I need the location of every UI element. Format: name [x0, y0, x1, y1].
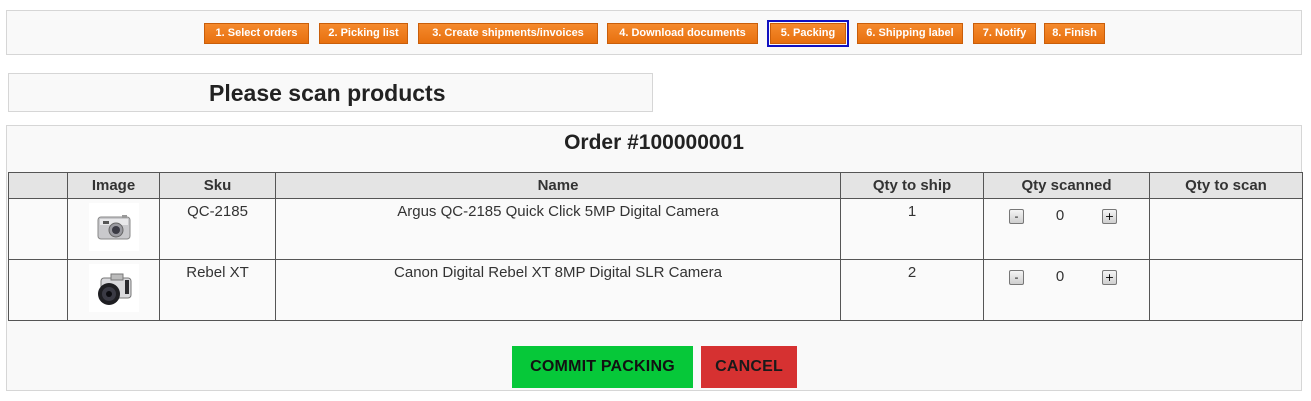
scan-prompt: Please scan products — [8, 73, 653, 112]
col-header-image: Image — [67, 172, 160, 199]
table-row: Rebel XT Canon Digital Rebel XT 8MP Digi… — [8, 259, 1303, 321]
step-shipping-label[interactable]: 6. Shipping label — [857, 23, 963, 44]
qty-scanned-cell: - 0 + — [983, 259, 1150, 321]
product-image-cell — [67, 259, 160, 321]
order-items-table: Image Sku Name Qty to ship Qty scanned Q… — [8, 172, 1303, 321]
col-header-qty-scanned: Qty scanned — [983, 172, 1150, 199]
qty-to-ship-cell: 2 — [840, 259, 984, 321]
step-packing[interactable]: 5. Packing — [767, 20, 849, 47]
sku-cell: QC-2185 — [159, 198, 276, 260]
table-row: QC-2185 Argus QC-2185 Quick Click 5MP Di… — [8, 198, 1303, 260]
col-header-name: Name — [275, 172, 841, 199]
commit-packing-button[interactable]: COMMIT PACKING — [512, 346, 693, 388]
qty-increase-button[interactable]: + — [1102, 209, 1117, 224]
row-blank-cell — [8, 259, 68, 321]
col-header-blank — [8, 172, 68, 199]
col-header-qty-to-scan: Qty to scan — [1149, 172, 1303, 199]
qty-to-scan-cell — [1149, 259, 1303, 321]
order-panel: Order #100000001 Image Sku Name Qty to s… — [6, 125, 1303, 391]
qty-scanned-value: 0 — [1055, 207, 1065, 224]
row-blank-cell — [8, 198, 68, 260]
qty-decrease-button[interactable]: - — [1009, 270, 1024, 285]
order-title: Order #100000001 — [564, 131, 744, 154]
step-download-documents[interactable]: 4. Download documents — [607, 23, 758, 44]
qty-decrease-button[interactable]: - — [1009, 209, 1024, 224]
slr-camera-icon — [88, 264, 139, 312]
table-header-row: Image Sku Name Qty to ship Qty scanned Q… — [8, 172, 1303, 199]
cancel-button[interactable]: CANCEL — [701, 346, 797, 388]
step-create-shipments-invoices[interactable]: 3. Create shipments/invoices — [418, 23, 598, 44]
step-finish[interactable]: 8. Finish — [1044, 23, 1105, 44]
sku-cell: Rebel XT — [159, 259, 276, 321]
qty-scanned-cell: - 0 + — [983, 198, 1150, 260]
name-cell: Canon Digital Rebel XT 8MP Digital SLR C… — [275, 259, 841, 321]
qty-increase-button[interactable]: + — [1102, 270, 1117, 285]
name-cell: Argus QC-2185 Quick Click 5MP Digital Ca… — [275, 198, 841, 260]
col-header-sku: Sku — [159, 172, 276, 199]
compact-camera-icon — [88, 203, 139, 251]
col-header-qty-to-ship: Qty to ship — [840, 172, 984, 199]
step-select-orders[interactable]: 1. Select orders — [204, 23, 309, 44]
steps-bar: 1. Select orders 2. Picking list 3. Crea… — [6, 10, 1302, 55]
step-notify[interactable]: 7. Notify — [973, 23, 1036, 44]
qty-scanned-value: 0 — [1055, 268, 1065, 285]
product-image-cell — [67, 198, 160, 260]
step-picking-list[interactable]: 2. Picking list — [319, 23, 408, 44]
qty-to-ship-cell: 1 — [840, 198, 984, 260]
qty-to-scan-cell — [1149, 198, 1303, 260]
